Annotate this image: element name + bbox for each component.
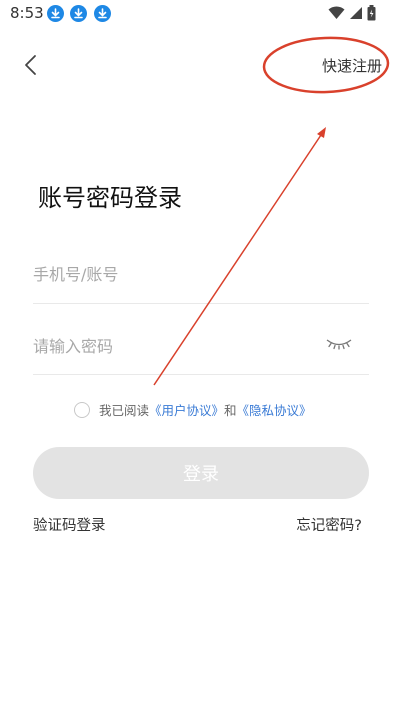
download-icon bbox=[47, 5, 64, 22]
privacy-agreement-link[interactable]: 《隐私协议》 bbox=[237, 400, 312, 419]
agreement-checkbox[interactable] bbox=[74, 401, 90, 418]
page-title: 账号密码登录 bbox=[38, 184, 182, 212]
battery-icon bbox=[367, 5, 376, 21]
eye-closed-icon bbox=[326, 339, 352, 350]
agreement-prefix: 我已阅读 bbox=[99, 403, 150, 418]
status-icons bbox=[328, 5, 376, 21]
quick-register-link[interactable]: 快速注册 bbox=[322, 55, 382, 76]
password-input[interactable] bbox=[33, 331, 293, 361]
forgot-password-link[interactable]: 忘记密码? bbox=[296, 514, 362, 535]
login-button[interactable]: 登录 bbox=[33, 447, 369, 499]
annotation-arrowhead bbox=[317, 127, 326, 138]
back-button[interactable] bbox=[20, 52, 44, 78]
agreement-conjunction: 和 bbox=[224, 403, 237, 418]
phone-field bbox=[33, 243, 369, 304]
user-agreement-link[interactable]: 《用户协议》 bbox=[149, 400, 224, 419]
status-time: 8:53 bbox=[10, 4, 44, 22]
chevron-left-icon bbox=[25, 55, 36, 75]
wifi-icon bbox=[328, 6, 345, 19]
password-field bbox=[33, 314, 369, 375]
signal-icon bbox=[350, 7, 362, 19]
toggle-password-visibility[interactable] bbox=[325, 336, 353, 352]
agreement-row: 我已阅读 《用户协议》 和 《隐私协议》 bbox=[74, 400, 312, 419]
download-icon bbox=[94, 5, 111, 22]
phone-input[interactable] bbox=[33, 259, 293, 289]
sms-login-link[interactable]: 验证码登录 bbox=[33, 514, 106, 535]
download-icon bbox=[70, 5, 87, 22]
